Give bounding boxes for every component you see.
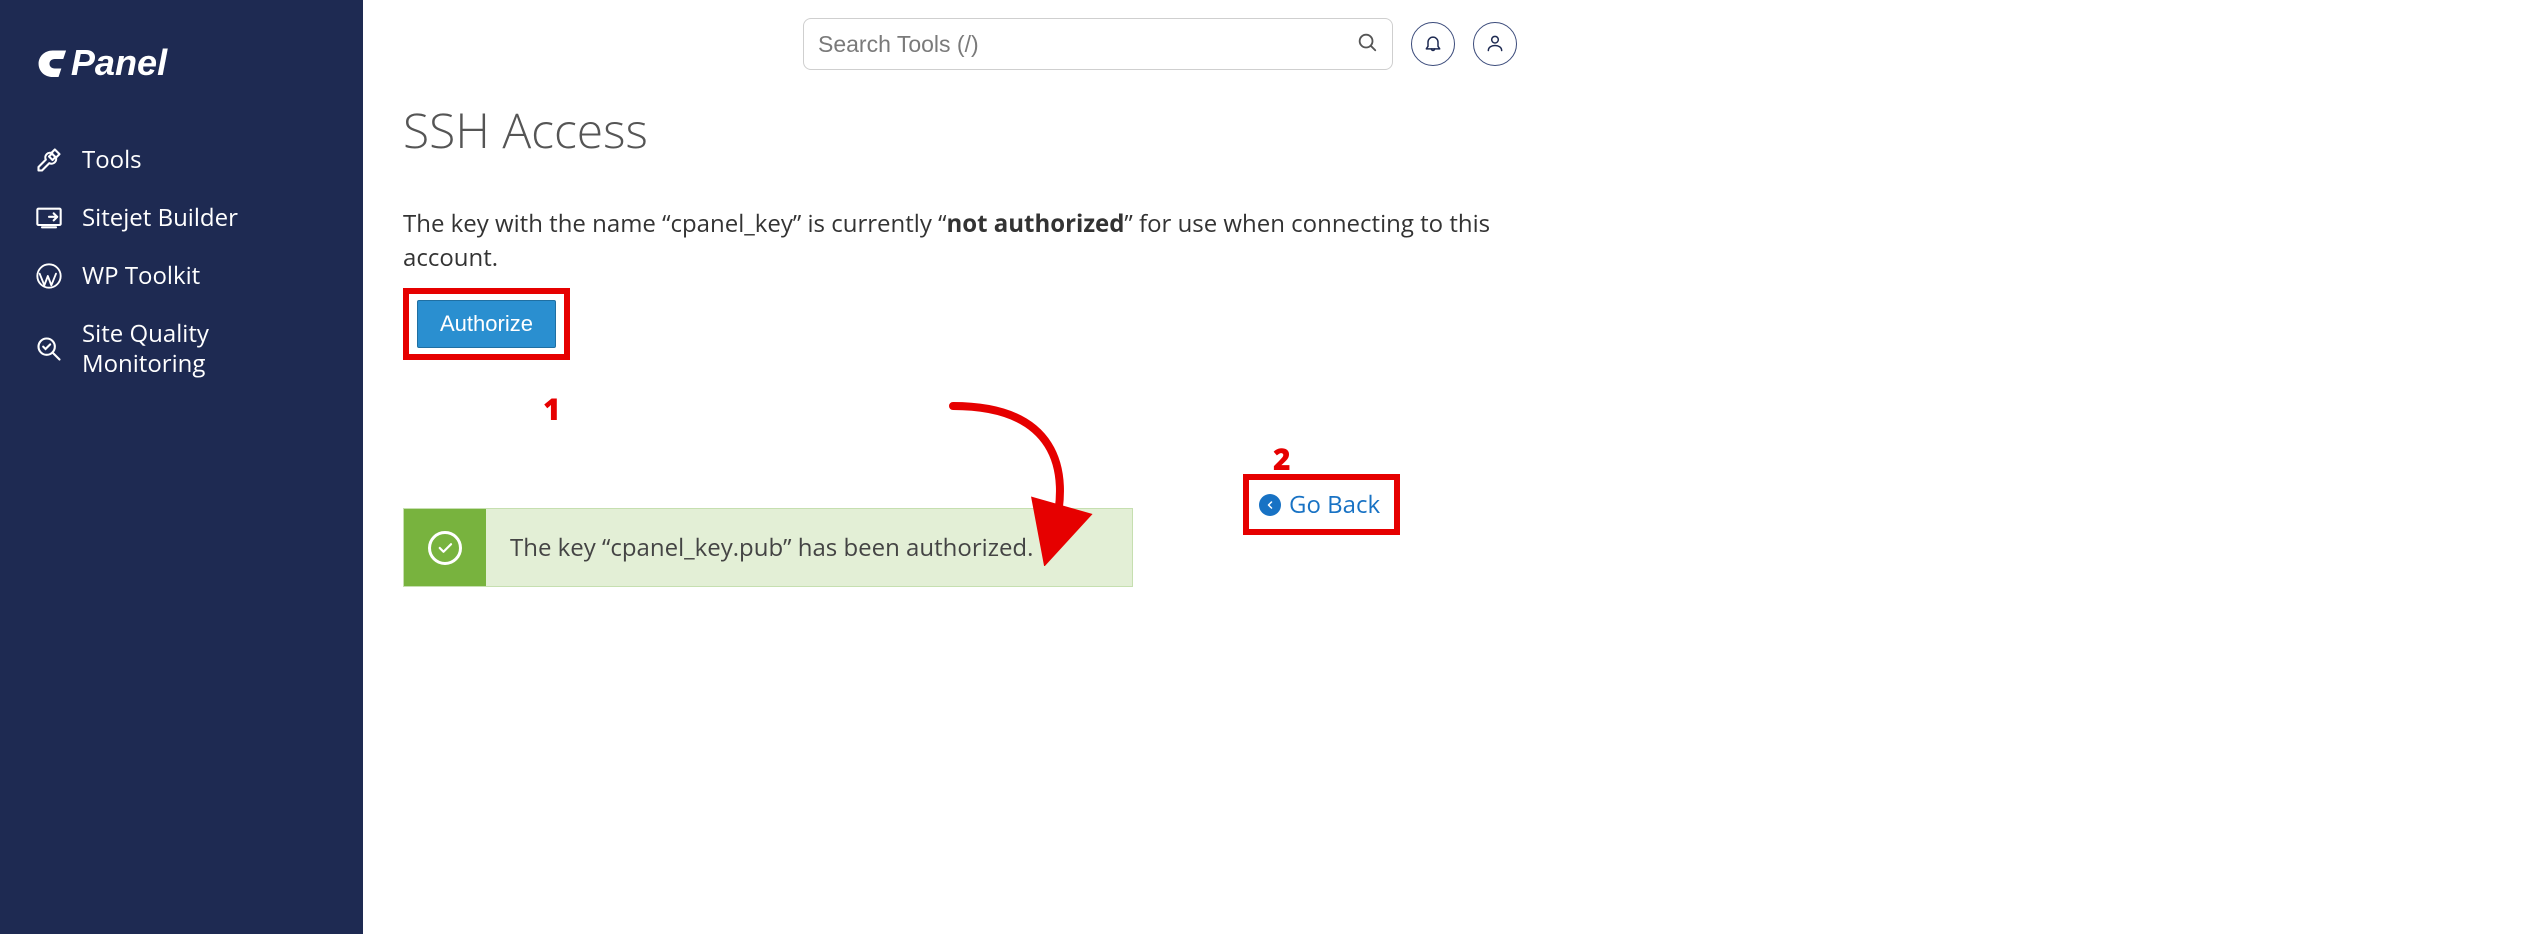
sidebar-item-label: Tools (82, 145, 329, 175)
annotation-highlight-1: Authorize (403, 288, 570, 360)
authorize-button[interactable]: Authorize (417, 300, 556, 348)
account-button[interactable] (1473, 22, 1517, 66)
go-back-container: Go Back (1243, 474, 1400, 535)
arrow-left-circle-icon (1259, 494, 1281, 516)
sidebar-item-sitejet[interactable]: Sitejet Builder (0, 189, 363, 247)
annotation-highlight-2: Go Back (1243, 474, 1400, 535)
annotation-step-2: 2 (1273, 438, 1291, 479)
search-icon (1356, 31, 1378, 58)
tools-icon (34, 145, 64, 175)
sidebar-item-label: Site Quality Monitoring (82, 319, 329, 379)
sidebar-item-sitequality[interactable]: Site Quality Monitoring (0, 305, 363, 393)
check-circle-icon (428, 531, 462, 565)
search-box[interactable] (803, 18, 1393, 70)
page-title: SSH Access (403, 98, 2493, 163)
go-back-link[interactable]: Go Back (1289, 488, 1380, 521)
key-status-text: The key with the name “cpanel_key” is cu… (403, 207, 1503, 274)
annotation-step-1: 1 (543, 388, 561, 429)
bell-icon (1423, 33, 1443, 56)
success-icon-column (404, 509, 486, 586)
status-prefix: The key with the name “ (403, 207, 671, 240)
status-bold: not authorized (947, 207, 1125, 240)
key-name: cpanel_key (671, 207, 793, 240)
magnifier-icon (34, 334, 64, 364)
sidebar-item-label: Sitejet Builder (82, 203, 329, 233)
success-alert: The key “cpanel_key.pub” has been author… (403, 508, 1133, 587)
sidebar-item-wptoolkit[interactable]: WP Toolkit (0, 247, 363, 305)
wordpress-icon (34, 261, 64, 291)
topbar (363, 0, 2533, 88)
sidebar-item-tools[interactable]: Tools (0, 131, 363, 189)
brand-logo: Panel (0, 30, 363, 131)
cpanel-logo-svg: Panel (30, 40, 220, 86)
svg-text:Panel: Panel (71, 42, 168, 83)
status-mid: ” is currently “ (793, 207, 947, 240)
search-input[interactable] (818, 31, 1356, 58)
main-area: SSH Access The key with the name “cpanel… (363, 0, 2533, 934)
user-icon (1485, 33, 1505, 56)
sidebar: Panel Tools Sitejet Builder WP Toolkit S… (0, 0, 363, 934)
notifications-button[interactable] (1411, 22, 1455, 66)
sidebar-item-label: WP Toolkit (82, 261, 329, 291)
sitejet-icon (34, 203, 64, 233)
page-content: SSH Access The key with the name “cpanel… (363, 88, 2533, 627)
success-message: The key “cpanel_key.pub” has been author… (486, 509, 1057, 586)
